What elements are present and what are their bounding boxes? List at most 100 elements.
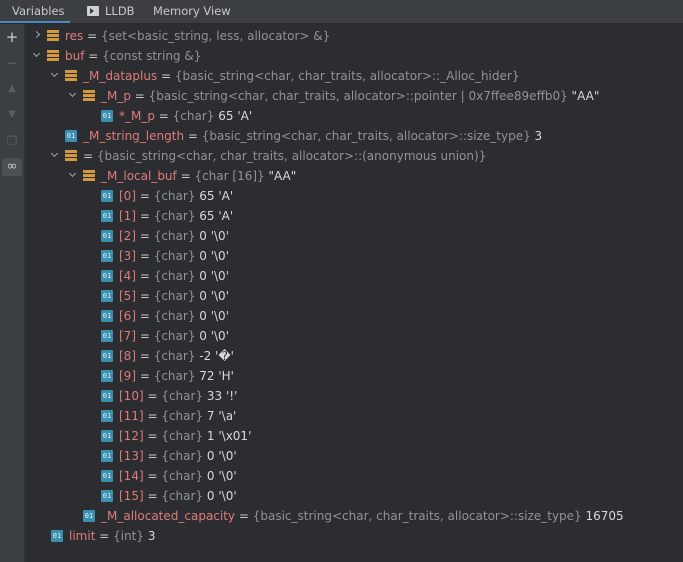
variable-type: {char}	[153, 209, 196, 223]
equals-sign: =	[157, 69, 175, 83]
variable-text: [6] = {char} 0 '\0'	[119, 306, 229, 326]
tab-bar: Variables LLDB Memory View	[0, 0, 683, 24]
variable-name: _M_p	[101, 89, 131, 103]
equals-sign: =	[136, 369, 154, 383]
chevron-down-icon[interactable]	[49, 146, 61, 166]
tree-row[interactable]: 01 _M_string_length = {basic_string<char,…	[25, 126, 683, 146]
tree-row[interactable]: 01 [6] = {char} 0 '\0'	[25, 306, 683, 326]
variable-type: {char}	[153, 189, 196, 203]
variable-text: limit = {int} 3	[69, 526, 155, 546]
tree-row[interactable]: _M_p = {basic_string<char, char_traits, …	[25, 86, 683, 106]
tree-row[interactable]: 01 [8] = {char} -2 '�'	[25, 346, 683, 366]
tree-row[interactable]: 01 [14] = {char} 0 '\0'	[25, 466, 683, 486]
variable-text: _M_string_length = {basic_string<char, c…	[83, 126, 542, 146]
variable-text: [9] = {char} 72 'H'	[119, 366, 234, 386]
tree-row[interactable]: 01 [15] = {char} 0 '\0'	[25, 486, 683, 506]
tree-row[interactable]: 01 *_M_p = {char} 65 'A'	[25, 106, 683, 126]
equals-sign: =	[83, 29, 101, 43]
chevron-down-icon[interactable]	[49, 66, 61, 86]
variable-name: _M_allocated_capacity	[101, 509, 236, 523]
equals-sign: =	[136, 329, 154, 343]
variable-text: res = {set<basic_string, less, allocator…	[65, 26, 330, 46]
variable-name: _M_local_buf	[101, 169, 177, 183]
tree-row[interactable]: res = {set<basic_string, less, allocator…	[25, 26, 683, 46]
variable-type: {char}	[153, 309, 196, 323]
tree-row[interactable]: 01 [5] = {char} 0 '\0'	[25, 286, 683, 306]
variable-text: [3] = {char} 0 '\0'	[119, 246, 229, 266]
variable-value: 0 '\0'	[195, 289, 229, 303]
primitive-icon: 01	[101, 210, 113, 222]
chevron-right-icon[interactable]	[31, 26, 43, 46]
variable-type: {set<basic_string, less, allocator> &}	[101, 29, 331, 43]
variable-type: {char}	[153, 329, 196, 343]
tree-row[interactable]: 01 [4] = {char} 0 '\0'	[25, 266, 683, 286]
primitive-icon: 01	[83, 510, 95, 522]
plus-icon[interactable]: +	[2, 28, 22, 46]
primitive-icon: 01	[101, 410, 113, 422]
equals-sign: =	[136, 189, 154, 203]
variable-name: [5]	[119, 289, 136, 303]
variable-value: 7 '\a'	[203, 409, 237, 423]
variable-value: 3	[530, 129, 543, 143]
tree-row[interactable]: 01 [2] = {char} 0 '\0'	[25, 226, 683, 246]
variable-text: [5] = {char} 0 '\0'	[119, 286, 229, 306]
variable-value: 1 '\x01'	[203, 429, 252, 443]
variable-text: _M_local_buf = {char [16]} "AA"	[101, 166, 296, 186]
variable-type: {char [16]}	[194, 169, 265, 183]
variable-type: {char}	[153, 269, 196, 283]
tree-row[interactable]: 01 [0] = {char} 65 'A'	[25, 186, 683, 206]
struct-icon	[83, 90, 95, 102]
tree-row[interactable]: 01 [1] = {char} 65 'A'	[25, 206, 683, 226]
variable-name: [6]	[119, 309, 136, 323]
equals-sign: =	[95, 529, 114, 543]
variable-type: {char}	[161, 489, 204, 503]
console-icon	[87, 6, 99, 16]
variable-text: [13] = {char} 0 '\0'	[119, 446, 237, 466]
equals-sign: =	[235, 509, 253, 523]
variable-name: [2]	[119, 229, 136, 243]
minus-icon[interactable]: −	[2, 54, 22, 72]
tree-row[interactable]: 01 [13] = {char} 0 '\0'	[25, 446, 683, 466]
equals-sign: =	[84, 49, 103, 63]
equals-sign: =	[130, 89, 149, 103]
variable-name: _M_string_length	[83, 129, 185, 143]
tree-row[interactable]: = {basic_string<char, char_traits, alloc…	[25, 146, 683, 166]
variable-text: [10] = {char} 33 '!'	[119, 386, 237, 406]
tree-row[interactable]: 01 [3] = {char} 0 '\0'	[25, 246, 683, 266]
copy-icon[interactable]: ❐	[2, 132, 22, 150]
chevron-down-icon[interactable]	[31, 46, 43, 66]
tree-row[interactable]: 01 [11] = {char} 7 '\a'	[25, 406, 683, 426]
tree-row[interactable]: buf = {const string &}	[25, 46, 683, 66]
tree-row[interactable]: _M_local_buf = {char [16]} "AA"	[25, 166, 683, 186]
variable-type: {char}	[153, 369, 196, 383]
equals-sign: =	[136, 249, 154, 263]
tree-row[interactable]: _M_dataplus = {basic_string<char, char_t…	[25, 66, 683, 86]
tab-memory-view[interactable]: Memory View	[153, 0, 243, 23]
tree-row[interactable]: 01 limit = {int} 3	[25, 526, 683, 546]
variable-value: 33 '!'	[203, 389, 238, 403]
tab-label: Memory View	[153, 4, 231, 18]
variable-value: "AA"	[264, 169, 297, 183]
arrow-up-icon[interactable]: ▲	[2, 80, 22, 98]
variable-value: 65 'A'	[195, 189, 234, 203]
glasses-icon[interactable]: ∞	[2, 158, 22, 176]
tab-lldb[interactable]: LLDB	[87, 0, 153, 23]
equals-sign: =	[136, 349, 154, 363]
equals-sign: =	[143, 429, 162, 443]
tree-row[interactable]: 01 [12] = {char} 1 '\x01'	[25, 426, 683, 446]
tree-row[interactable]: 01 [7] = {char} 0 '\0'	[25, 326, 683, 346]
variable-type: {basic_string<char, char_traits, allocat…	[148, 89, 568, 103]
chevron-down-icon[interactable]	[67, 86, 79, 106]
variable-text: [8] = {char} -2 '�'	[119, 346, 234, 366]
arrow-down-icon[interactable]: ▼	[2, 106, 22, 124]
tree-row[interactable]: 01 _M_allocated_capacity = {basic_string<…	[25, 506, 683, 526]
variable-text: [2] = {char} 0 '\0'	[119, 226, 229, 246]
primitive-icon: 01	[101, 450, 113, 462]
tree-row[interactable]: 01 [10] = {char} 33 '!'	[25, 386, 683, 406]
struct-icon	[65, 150, 77, 162]
tab-variables[interactable]: Variables	[0, 0, 70, 23]
chevron-down-icon[interactable]	[67, 166, 79, 186]
tree-row[interactable]: 01 [9] = {char} 72 'H'	[25, 366, 683, 386]
variable-name: res	[65, 29, 84, 43]
equals-sign: =	[136, 309, 154, 323]
